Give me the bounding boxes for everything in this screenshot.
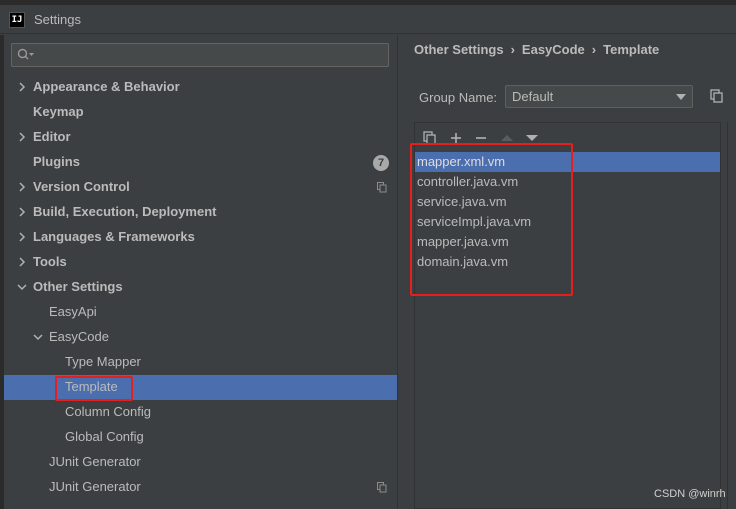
breadcrumb-item: Template xyxy=(603,42,660,57)
project-level-icon xyxy=(377,182,387,193)
template-list-item[interactable]: mapper.xml.vm xyxy=(415,152,720,172)
tree-item[interactable]: Template xyxy=(4,375,397,400)
template-list-item[interactable]: serviceImpl.java.vm xyxy=(415,212,720,232)
breadcrumb-item: EasyCode xyxy=(521,42,585,57)
plus-icon[interactable] xyxy=(448,130,464,146)
intellij-app-icon: IJ xyxy=(9,12,25,28)
title-bar: IJ Settings xyxy=(0,5,736,34)
breadcrumb-item: Other Settings xyxy=(414,42,504,57)
tree-item[interactable]: Other Settings xyxy=(4,275,397,300)
tree-item-label: Appearance & Behavior xyxy=(33,79,180,94)
chevron-down-icon[interactable] xyxy=(32,331,44,343)
tree-item-label: Editor xyxy=(33,129,71,144)
tree-item[interactable]: Version Control xyxy=(4,175,397,200)
tree-item-label: Type Mapper xyxy=(65,354,141,369)
settings-tree-panel: Appearance & Behavior Keymap Editor Plugins… xyxy=(0,35,397,509)
template-list-item[interactable]: mapper.java.vm xyxy=(415,232,720,252)
tree-item-label: EasyCode xyxy=(49,329,109,344)
template-toolbar xyxy=(415,123,720,152)
project-level-icon xyxy=(377,482,387,493)
copy-group-icon[interactable] xyxy=(710,89,724,103)
tree-item-label: Languages & Frameworks xyxy=(33,229,195,244)
tree-item-label: Build, Execution, Deployment xyxy=(33,204,217,219)
tree-item[interactable]: Global Config xyxy=(4,425,397,450)
window-title: Settings xyxy=(34,12,81,27)
group-name-dropdown[interactable]: Default xyxy=(505,85,693,108)
template-list-item[interactable]: domain.java.vm xyxy=(415,252,720,272)
tree-item-label: Other Settings xyxy=(33,279,123,294)
watermark: CSDN @winrh xyxy=(654,488,726,500)
breadcrumb-separator: › xyxy=(510,42,515,57)
dropdown-arrow-icon xyxy=(676,94,686,100)
template-file-name: serviceImpl.java.vm xyxy=(417,214,532,229)
breadcrumb-separator: › xyxy=(591,42,597,57)
left-window-edge xyxy=(0,35,4,509)
tree-item[interactable]: Tools xyxy=(4,250,397,275)
tree-item[interactable]: EasyCode xyxy=(4,325,397,350)
tree-item-label: JUnit Generator xyxy=(49,479,141,494)
tree-item[interactable]: JUnit Generator xyxy=(4,475,397,500)
tree-item[interactable]: Column Config xyxy=(4,400,397,425)
chevron-right-icon[interactable] xyxy=(16,131,28,143)
chevron-right-icon[interactable] xyxy=(16,231,28,243)
group-name-value: Default xyxy=(512,89,554,104)
minus-icon[interactable] xyxy=(473,130,489,146)
tree-item[interactable]: Type Mapper xyxy=(4,350,397,375)
tree-item-label: Tools xyxy=(33,254,67,269)
template-file-name: domain.java.vm xyxy=(417,254,509,269)
tree-item[interactable]: Languages & Frameworks xyxy=(4,225,397,250)
plugins-update-badge: 7 xyxy=(373,155,389,171)
tree-item-label: Global Config xyxy=(65,429,144,444)
chevron-right-icon[interactable] xyxy=(16,256,28,268)
tree-item[interactable]: Plugins 7 xyxy=(4,150,397,175)
template-file-name: mapper.java.vm xyxy=(417,234,509,249)
template-settings-panel: Other Settings › EasyCode › Template Group N… xyxy=(398,35,736,509)
arrow-up-icon[interactable] xyxy=(499,130,515,146)
tree-item[interactable]: EasyApi xyxy=(4,300,397,325)
chevron-down-icon[interactable] xyxy=(16,281,28,293)
template-list-item[interactable]: service.java.vm xyxy=(415,192,720,212)
group-name-label: Group Name: xyxy=(419,90,498,105)
tree-item-label: Template xyxy=(65,379,118,394)
chevron-right-icon[interactable] xyxy=(16,81,28,93)
tree-item[interactable]: JUnit Generator xyxy=(4,450,397,475)
search-icon xyxy=(17,48,34,60)
settings-search-field[interactable] xyxy=(11,43,389,67)
tree-item-label: Keymap xyxy=(33,104,84,119)
tree-item[interactable]: Appearance & Behavior xyxy=(4,75,397,100)
chevron-right-icon[interactable] xyxy=(16,181,28,193)
tree-item-label: Column Config xyxy=(65,404,151,419)
chevron-right-icon[interactable] xyxy=(16,206,28,218)
breadcrumb: Other Settings › EasyCode › Template xyxy=(414,42,659,57)
tree-item-label: Plugins xyxy=(33,154,80,169)
tree-item-label: EasyApi xyxy=(49,304,97,319)
tree-item[interactable]: Editor xyxy=(4,125,397,150)
template-list-panel: mapper.xml.vm controller.java.vm service.j… xyxy=(414,122,721,509)
tree-item-label: JUnit Generator xyxy=(49,454,141,469)
template-file-name: service.java.vm xyxy=(417,194,507,209)
arrow-down-icon[interactable] xyxy=(524,130,540,146)
copy-icon[interactable] xyxy=(422,130,438,146)
tree-item[interactable]: Keymap xyxy=(4,100,397,125)
template-file-name: mapper.xml.vm xyxy=(417,154,506,169)
tree-item-label: Version Control xyxy=(33,179,130,194)
right-gutter xyxy=(727,122,736,509)
template-list-item[interactable]: controller.java.vm xyxy=(415,172,720,192)
template-file-name: controller.java.vm xyxy=(417,174,519,189)
tree-item[interactable]: Build, Execution, Deployment xyxy=(4,200,397,225)
